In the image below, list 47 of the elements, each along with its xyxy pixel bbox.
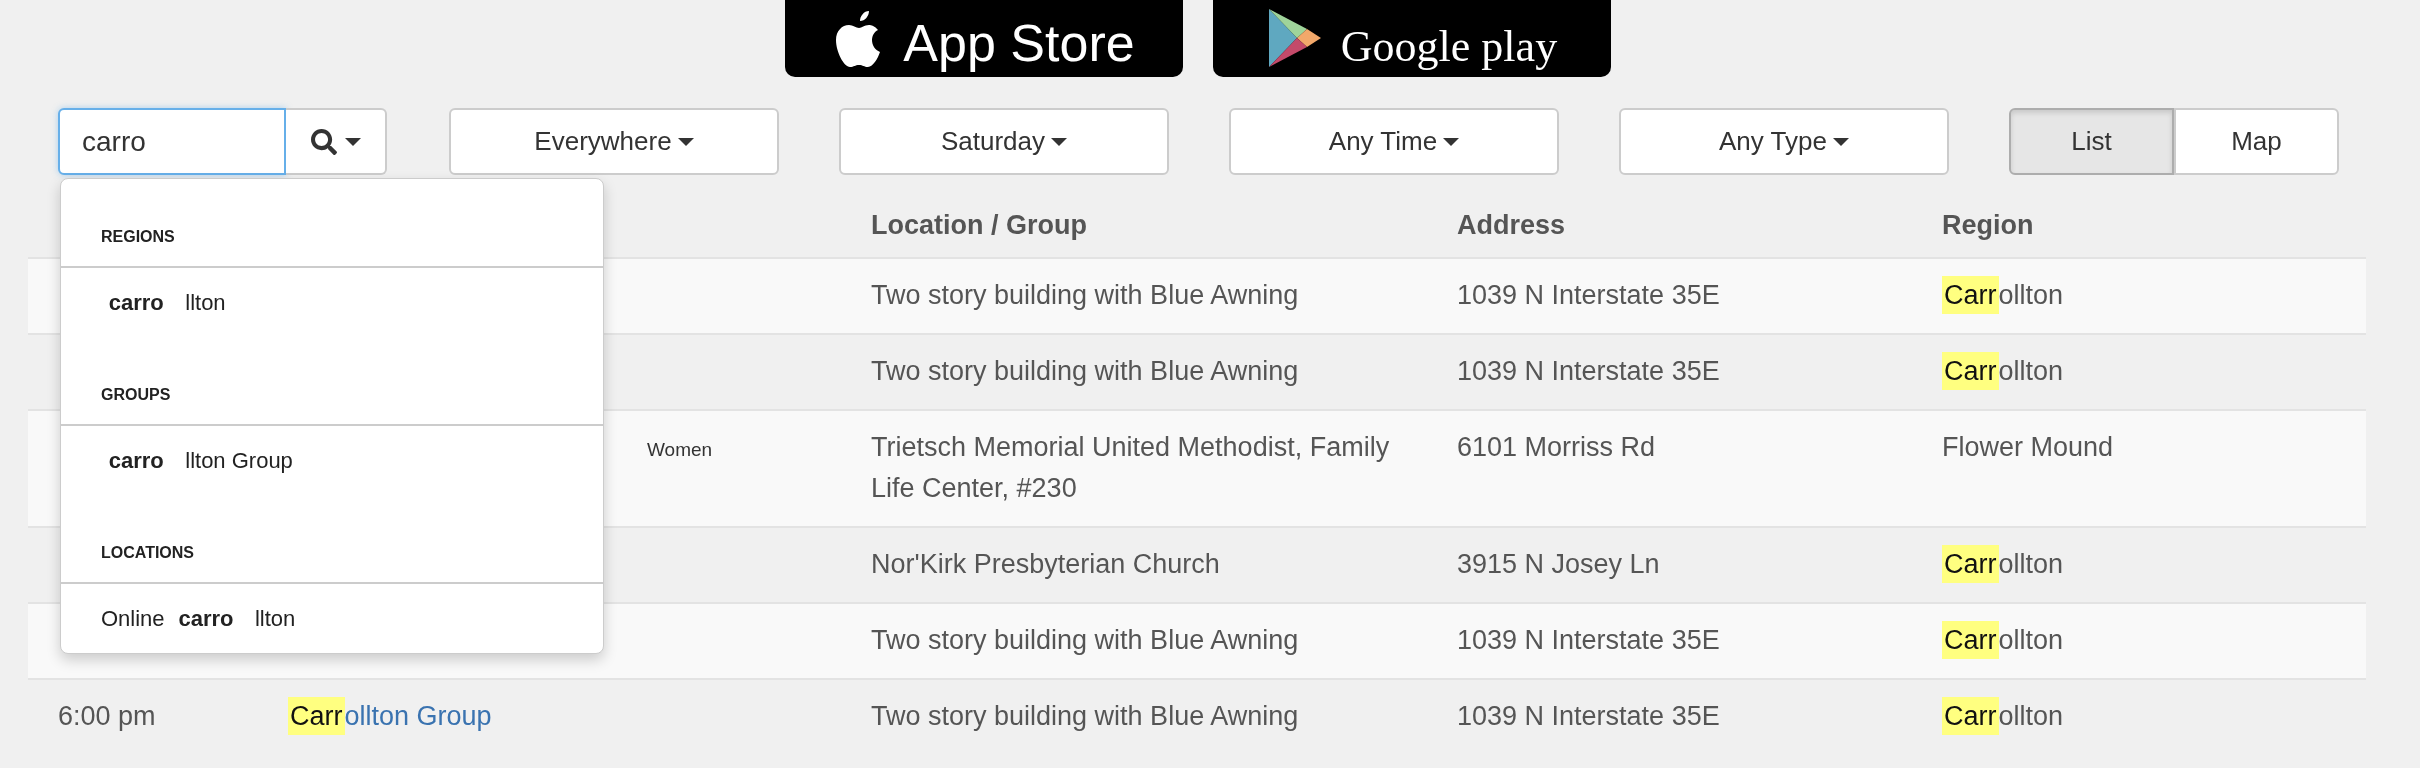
meeting-link[interactable]: Carrollton Group <box>288 696 492 735</box>
section-heading: REGIONS <box>101 228 175 245</box>
table-cell: Carrollton <box>1942 696 2064 735</box>
table-cell: 6101 Morriss Rd <box>1457 431 1656 462</box>
filter-dropdown[interactable]: Everywhere <box>449 108 779 175</box>
suggestion-item[interactable]: carro llton Group <box>61 426 603 495</box>
table-cell: 6:00 pm <box>58 700 156 731</box>
filter-dropdown[interactable]: Saturday <box>839 108 1169 175</box>
table-cell: Carrollton <box>1942 275 2064 314</box>
table-cell: 1039 N Interstate 35E <box>1457 700 1720 731</box>
caret-icon <box>1832 137 1849 146</box>
caret-icon <box>1443 137 1460 146</box>
table-cell: 3915 N Josey Ln <box>1457 549 1660 580</box>
table-cell: Carrollton <box>1942 621 2064 660</box>
table-cell: 1039 N Interstate 35E <box>1457 625 1720 656</box>
table-cell: Two story building with Blue Awning <box>871 279 1299 310</box>
column-header: Location / Group <box>871 210 1087 240</box>
table-cell: Two story building with Blue Awning <box>871 355 1299 386</box>
table-cell: Flower Mound <box>1942 431 2114 462</box>
table-cell: 1039 N Interstate 35E <box>1457 279 1720 310</box>
search-field[interactable]: carro <box>58 108 286 175</box>
table-cell: Nor'Kirk Presbyterian Church <box>871 549 1220 580</box>
search-icon <box>310 128 337 155</box>
view-toggle[interactable]: Map <box>2174 108 2339 175</box>
table-cell-text: Women <box>647 437 713 462</box>
search-button[interactable] <box>286 108 387 175</box>
table-cell: Carrollton <box>1942 351 2064 390</box>
table-cell: Carrollton <box>1942 545 2064 584</box>
play-logo-icon <box>1266 7 1323 69</box>
view-toggle[interactable]: List <box>2009 108 2174 175</box>
section-heading: LOCATIONS <box>101 544 195 561</box>
filter-dropdown[interactable]: Any Type <box>1619 108 1949 175</box>
filter-dropdown[interactable]: Any Time <box>1229 108 1559 175</box>
caret-icon <box>344 137 361 146</box>
table-cell: Two story building with Blue Awning <box>871 625 1299 656</box>
suggestion-item[interactable]: Online carro llton <box>61 584 603 653</box>
caret-icon <box>677 137 694 146</box>
section-heading: GROUPS <box>101 386 171 403</box>
google-play-badge[interactable]: Google play <box>1213 0 1611 77</box>
column-header: Address <box>1457 210 1566 240</box>
table-cell: 1039 N Interstate 35E <box>1457 355 1720 386</box>
suggestion-item[interactable]: carro llton <box>61 268 603 337</box>
table-cell: Trietsch Memorial United Methodist, Family Life Center, #230 <box>871 431 1390 504</box>
app-store-badge[interactable]: App Store <box>785 0 1183 77</box>
column-header: Region <box>1942 210 2034 240</box>
table-cell: Two story building with Blue Awning <box>871 700 1299 731</box>
caret-icon <box>1051 137 1068 146</box>
